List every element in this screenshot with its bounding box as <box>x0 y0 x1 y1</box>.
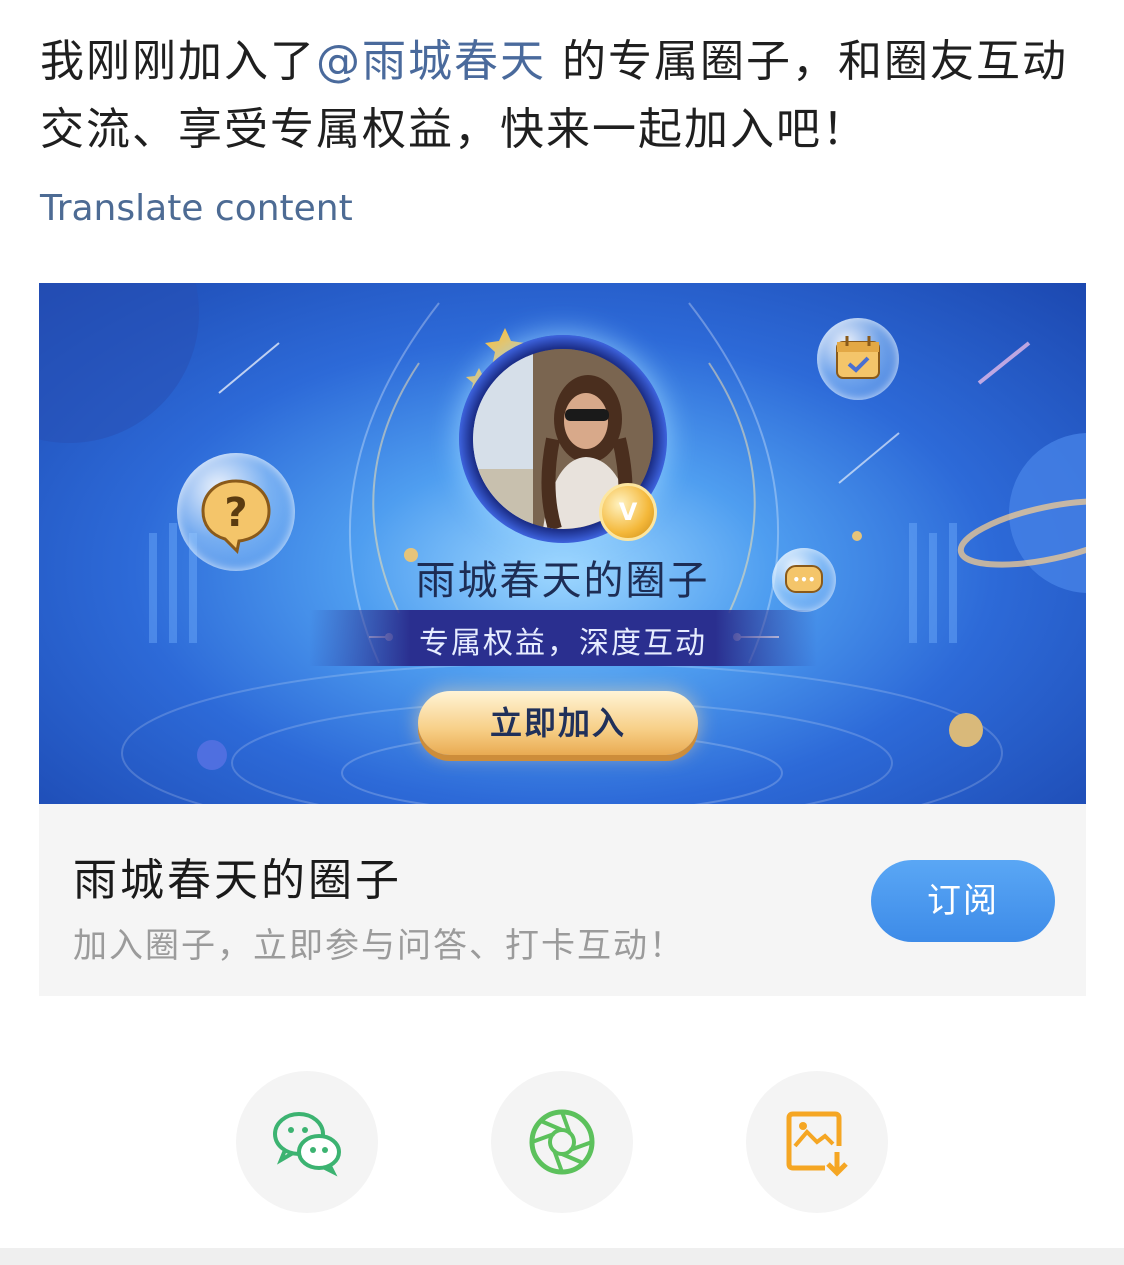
question-glyph: ? <box>224 490 247 536</box>
calendar-bubble <box>817 318 899 400</box>
banner-title: 雨城春天的圈子 <box>415 558 710 604</box>
post-text: 我刚刚加入了@雨城春天 的专属圈子，和圈友互动交流、享受专属权益，快来一起加入吧… <box>40 28 1080 164</box>
subscribe-button[interactable]: 订阅 <box>871 860 1055 942</box>
avatar-ring: V <box>459 335 667 543</box>
bottom-divider <box>0 1248 1124 1265</box>
card-subtitle: 加入圈子，立即参与问答、打卡互动！ <box>73 926 685 966</box>
calendar-check-icon <box>836 336 880 379</box>
share-wechat-button[interactable] <box>236 1071 378 1213</box>
translate-link[interactable]: Translate content <box>40 188 353 229</box>
save-image-button[interactable] <box>746 1071 888 1213</box>
share-moments-button[interactable] <box>491 1071 633 1213</box>
card-title: 雨城春天的圈子 <box>73 855 402 906</box>
moments-icon <box>529 1109 595 1175</box>
join-now-button[interactable]: 立即加入 <box>418 691 698 755</box>
ribbon-text: 专属权益，深度互动 <box>419 626 707 661</box>
circle-banner[interactable]: ? ••• V 雨城春天的圈子 专属权益，深度互动 立即加入 <box>39 283 1086 804</box>
post-prefix: 我刚刚加入了 <box>40 36 316 87</box>
banner-ribbon: 专属权益，深度互动 <box>309 610 817 666</box>
circle-card[interactable]: 雨城春天的圈子 加入圈子，立即参与问答、打卡互动！ 订阅 <box>39 804 1086 996</box>
save-image-icon <box>786 1111 848 1177</box>
v-badge: V <box>599 483 657 541</box>
wechat-icon <box>273 1112 341 1177</box>
mention-link[interactable]: @雨城春天 <box>316 36 546 87</box>
